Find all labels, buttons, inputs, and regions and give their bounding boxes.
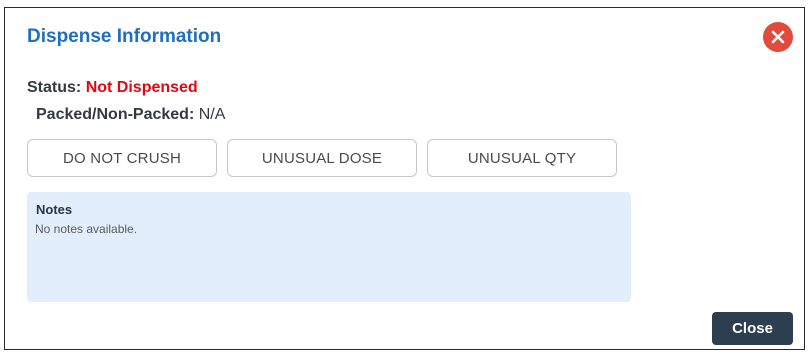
packed-value: N/A <box>198 106 226 123</box>
dialog-title: Dispense Information <box>27 26 222 47</box>
notes-text: No notes available. <box>35 222 138 236</box>
flag-unusual-qty: UNUSUAL QTY <box>427 139 617 177</box>
packed-row: Packed/Non-Packed: N/A <box>36 105 225 125</box>
status-label: Status: <box>27 79 82 96</box>
x-icon <box>771 30 785 44</box>
close-circle-icon[interactable] <box>763 22 793 52</box>
status-value: Not Dispensed <box>85 79 198 96</box>
close-button[interactable]: Close <box>712 312 793 345</box>
notes-panel: Notes No notes available. <box>27 192 631 302</box>
dispense-info-dialog: Dispense Information Status: Not Dispens… <box>4 7 805 350</box>
packed-label: Packed/Non-Packed: <box>36 106 195 123</box>
notes-title: Notes <box>36 202 73 217</box>
status-row: Status: Not Dispensed <box>27 78 198 98</box>
flag-do-not-crush: DO NOT CRUSH <box>27 139 217 177</box>
flag-unusual-dose: UNUSUAL DOSE <box>227 139 417 177</box>
